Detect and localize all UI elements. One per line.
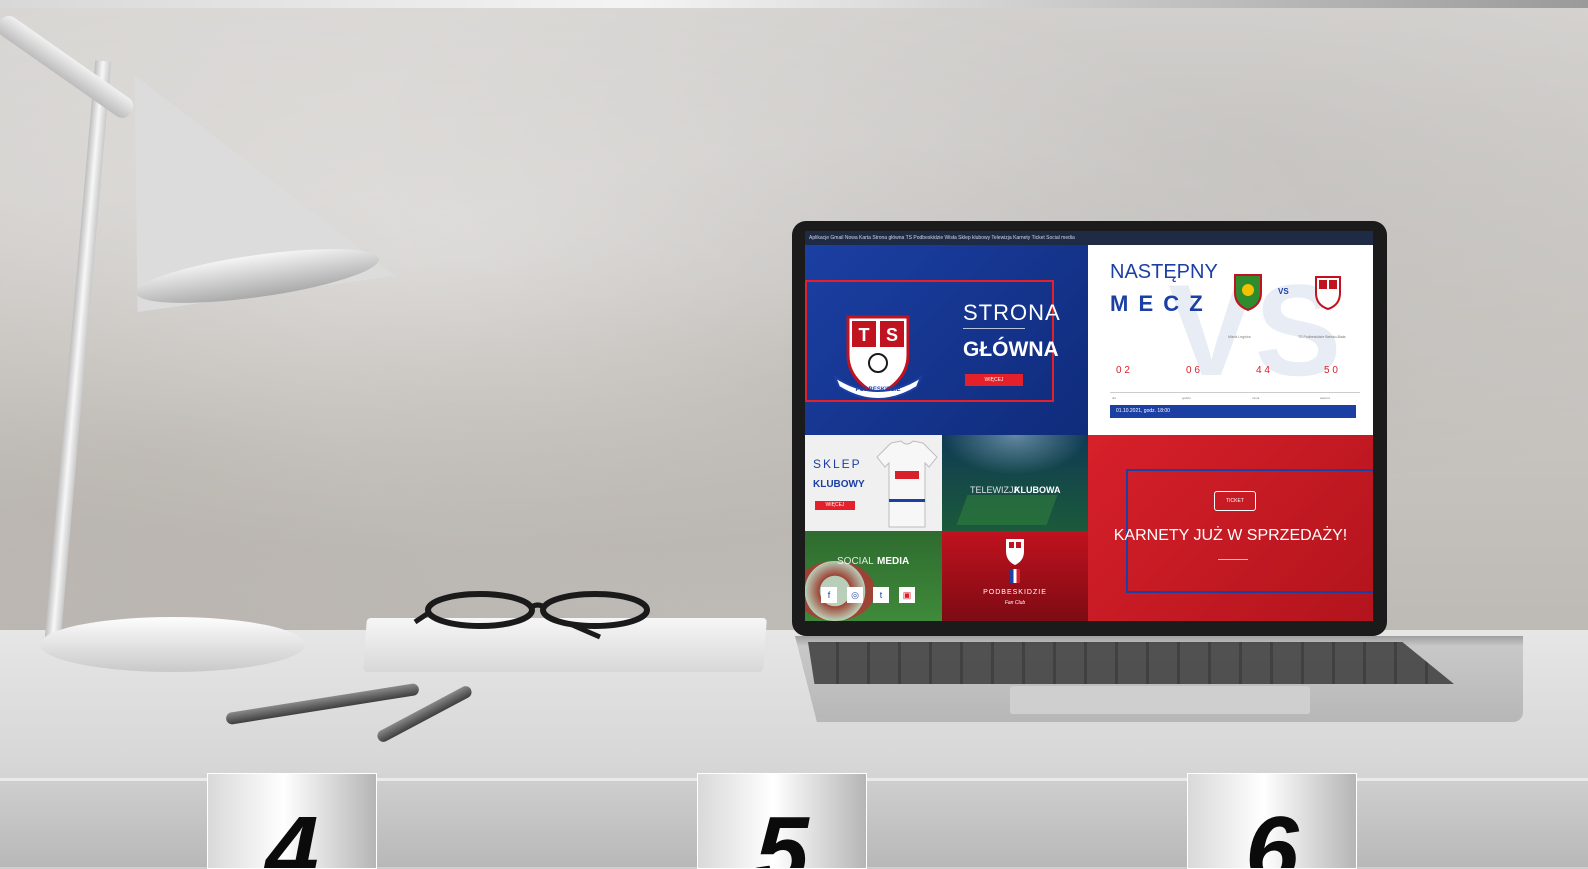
countdown-hours: 0 6 — [1186, 365, 1200, 376]
divider — [1110, 392, 1360, 393]
crest-ribbon-text: PODBESKIDZIE — [855, 387, 900, 393]
match-date-bar: 01.10.2021, godz. 18:00 — [1110, 405, 1356, 418]
ticket-icon: TICKET — [1214, 491, 1256, 511]
social-title-line2: MEDIA — [877, 556, 910, 567]
badge-number: 4 — [265, 797, 319, 869]
trackpad[interactable] — [1010, 686, 1310, 714]
tile-nastepny-mecz[interactable]: VS NASTĘPNY M E C Z VS Miedź Legnica TS … — [1088, 245, 1373, 435]
podbeskidzie-name: PODBESKIDZIE — [983, 589, 1047, 596]
countdown-seconds: 5 0 — [1324, 365, 1338, 376]
home-team-name: Miedź Legnica — [1228, 335, 1251, 339]
social-title-line1: SOCIAL — [837, 556, 874, 567]
lamp-base — [40, 617, 305, 672]
countdown: 0 2 0 6 4 4 5 0 — [1116, 365, 1356, 379]
away-team-crest-icon — [1315, 276, 1341, 311]
tile-strona-glowna[interactable]: T S PODBESKIDZIE STRONA GŁÓWNA WIĘCEJ — [805, 245, 1088, 435]
divider — [963, 328, 1025, 329]
facebook-icon[interactable]: f — [821, 587, 837, 603]
laptop-screen: Aplikacje Gmail Nowa Karta Strona główna… — [805, 231, 1373, 621]
keyboard[interactable] — [808, 642, 1454, 684]
tele-title-line2: KLUBOWA — [1014, 485, 1061, 495]
countdown-days: 0 2 — [1116, 365, 1130, 376]
strona-title-line1: STRONA — [963, 300, 1061, 325]
youtube-icon[interactable]: ▣ — [899, 587, 915, 603]
countdown-unit-minutes: minut — [1252, 396, 1260, 400]
badge-5: 5 — [697, 773, 867, 869]
divider — [1218, 559, 1248, 560]
podbeskidzie-sub: Fan Club — [1004, 600, 1026, 606]
countdown-unit-days: dni — [1112, 396, 1117, 400]
tile-podbeskidzie[interactable]: PODBESKIDZIE Fan Club — [942, 531, 1088, 621]
mecz-title-line1: NASTĘPNY — [1110, 261, 1218, 283]
instagram-icon[interactable]: ◎ — [847, 587, 863, 603]
sklep-title-line2: KLUBOWY — [813, 479, 865, 490]
countdown-minutes: 4 4 — [1256, 365, 1270, 376]
jersey-icon — [876, 440, 938, 528]
badge-6: 6 — [1187, 773, 1357, 869]
browser-bookmarks-bar[interactable]: Aplikacje Gmail Nowa Karta Strona główna… — [805, 231, 1373, 245]
mascot-icon — [1006, 539, 1024, 565]
flag-icon — [1010, 569, 1020, 583]
pitch — [956, 495, 1058, 525]
away-team-name: TS Podbeskidzie Bielsko-Biała — [1298, 335, 1346, 339]
sklep-more-button[interactable]: WIĘCEJ — [815, 501, 855, 510]
twitter-icon[interactable]: t — [873, 587, 889, 603]
footballs — [805, 561, 875, 621]
strona-more-button[interactable]: WIĘCEJ — [965, 374, 1023, 386]
karnety-text: KARNETY JUŻ W SPRZEDAŻY! — [1113, 527, 1348, 544]
tele-title-line1: TELEWIZJA — [970, 485, 1020, 495]
home-team-crest-icon — [1234, 274, 1262, 311]
glasses-icon — [413, 591, 650, 640]
sklep-title-line1: SKLEP — [813, 457, 862, 471]
countdown-unit-seconds: sekund — [1320, 396, 1330, 400]
badge-4: 4 — [207, 773, 377, 869]
tile-sklep-klubowy[interactable]: SKLEP KLUBOWY WIĘCEJ — [805, 435, 942, 531]
tile-telewizja-klubowa[interactable]: TELEWIZJA KLUBOWA — [942, 435, 1088, 531]
countdown-unit-hours: godzin — [1182, 396, 1191, 400]
vs-label: VS — [1278, 287, 1289, 296]
club-crest-icon: T S PODBESKIDZIE — [833, 315, 923, 400]
stadium-lights — [942, 435, 1088, 475]
crest-letter-right: S — [886, 325, 898, 345]
mecz-title-line2: M E C Z — [1110, 291, 1205, 316]
tile-karnety[interactable]: TICKET KARNETY JUŻ W SPRZEDAŻY! — [1088, 435, 1373, 621]
strona-title-line2: GŁÓWNA — [963, 338, 1059, 361]
badge-number: 5 — [755, 797, 809, 869]
crest-letter-left: T — [859, 325, 870, 345]
tile-social-media[interactable]: SOCIAL MEDIA f ◎ t ▣ — [805, 531, 942, 621]
top-strip — [0, 0, 1588, 8]
badge-number: 6 — [1245, 797, 1299, 869]
